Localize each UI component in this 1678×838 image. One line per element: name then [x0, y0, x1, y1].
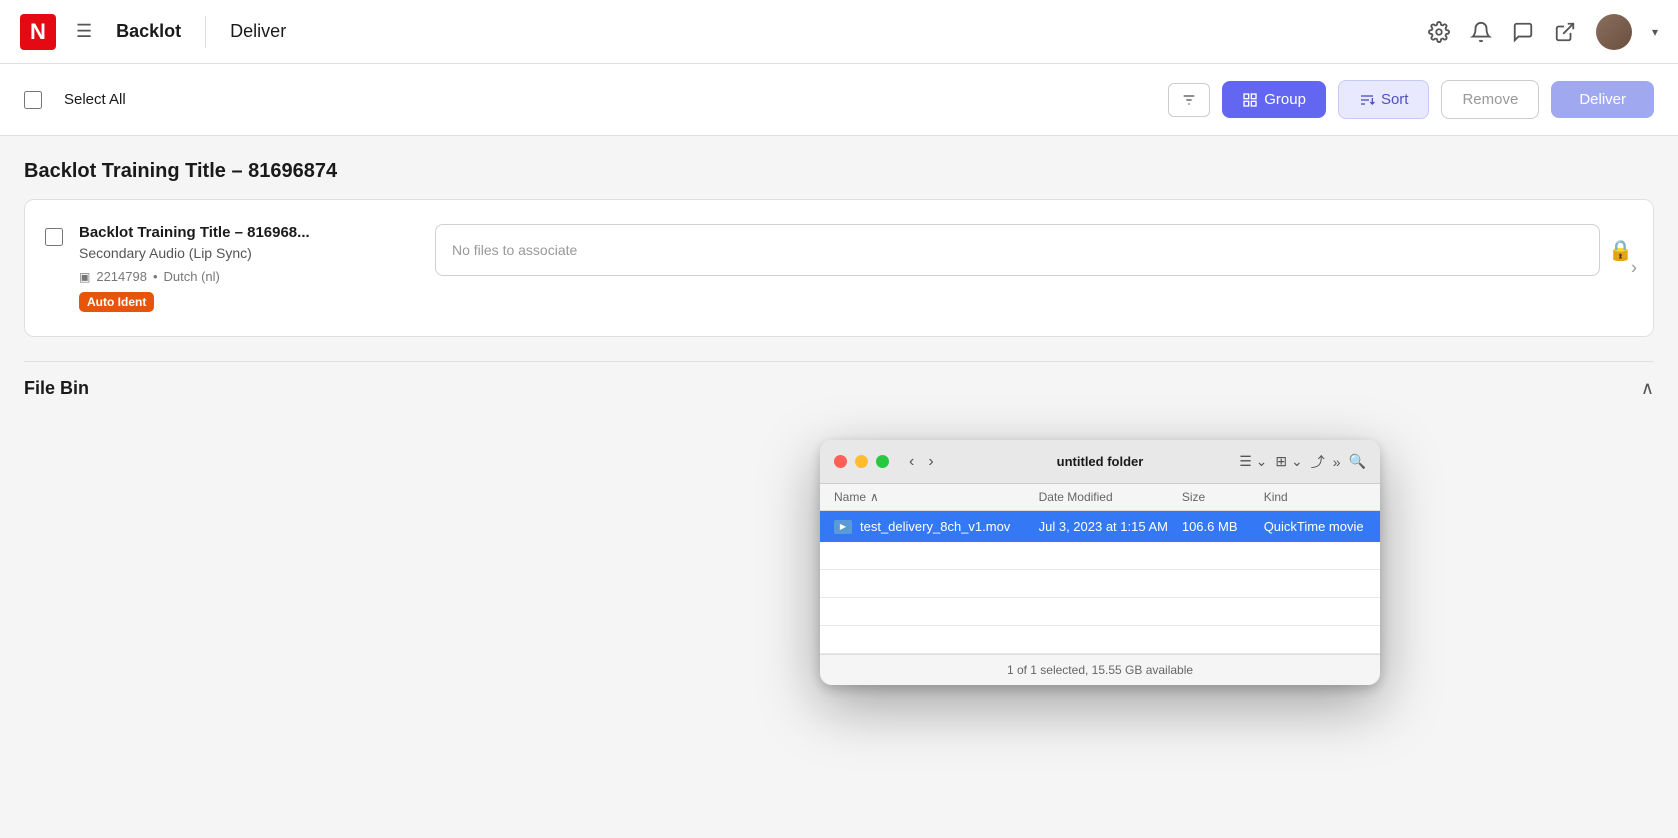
group-icon — [1242, 92, 1258, 108]
top-navigation: N ☰ Backlot Deliver ▾ — [0, 0, 1678, 64]
finder-close-button[interactable] — [834, 455, 847, 468]
nav-icons: ▾ — [1428, 14, 1658, 50]
finder-file-row[interactable]: ▶ test_delivery_8ch_v1.mov Jul 3, 2023 a… — [820, 511, 1380, 542]
notifications-button[interactable] — [1470, 21, 1492, 43]
finder-minimize-button[interactable] — [855, 455, 868, 468]
finder-grid-view-button[interactable]: ⊞ ⌄ — [1275, 453, 1302, 470]
card-meta-id: 2214798 — [96, 269, 147, 284]
chat-button[interactable] — [1512, 21, 1534, 43]
file-bin-header: File Bin ∧ — [24, 361, 1654, 415]
filter-button[interactable] — [1168, 83, 1210, 117]
finder-forward-button[interactable]: › — [924, 451, 937, 473]
finder-toolbar-right: ☰ ⌄ ⊞ ⌄ ⤴ » 🔍 — [1239, 452, 1366, 472]
card-file-area: No files to associate 🔒 — [435, 224, 1633, 276]
sort-icon — [1359, 92, 1375, 108]
chat-icon — [1512, 21, 1534, 43]
finder-empty-row — [820, 626, 1380, 654]
nav-divider — [205, 16, 206, 48]
bell-icon — [1470, 21, 1492, 43]
avatar-chevron-button[interactable]: ▾ — [1652, 25, 1658, 39]
file-drop-zone[interactable]: No files to associate — [435, 224, 1600, 276]
settings-button[interactable] — [1428, 21, 1450, 43]
app-title: Backlot — [116, 21, 181, 42]
select-all-checkbox[interactable] — [24, 91, 42, 109]
avatar[interactable] — [1596, 14, 1632, 50]
gear-icon — [1428, 21, 1450, 43]
finder-maximize-button[interactable] — [876, 455, 889, 468]
hamburger-menu-button[interactable]: ☰ — [72, 17, 96, 46]
finder-file-size: 106.6 MB — [1182, 519, 1264, 534]
avatar-image — [1596, 14, 1632, 50]
auto-ident-badge: Auto Ident — [79, 292, 154, 312]
finder-share-button[interactable]: ⤴ — [1311, 452, 1325, 472]
finder-empty-row — [820, 542, 1380, 570]
card-meta: ▣ 2214798 • Dutch (nl) — [79, 269, 419, 284]
finder-more-button[interactable]: » — [1333, 454, 1341, 470]
file-placeholder: No files to associate — [452, 242, 577, 258]
filter-icon — [1181, 92, 1197, 108]
file-icon: ▶ — [834, 520, 852, 534]
database-icon: ▣ — [79, 270, 90, 284]
finder-window: ‹ › untitled folder ☰ ⌄ ⊞ ⌄ ⤴ » 🔍 Name ∧… — [820, 440, 1380, 685]
select-all-label: Select All — [64, 91, 126, 108]
finder-empty-row — [820, 570, 1380, 598]
card-expand-arrow[interactable]: › — [1631, 258, 1637, 279]
sort-button[interactable]: Sort — [1338, 80, 1430, 119]
card-main-title: Backlot Training Title – 816968... — [79, 224, 419, 241]
finder-list-view-button[interactable]: ☰ ⌄ — [1239, 453, 1267, 470]
card-meta-lang: Dutch (nl) — [164, 269, 220, 284]
toolbar: Select All Group Sort Remove Deliver — [0, 64, 1678, 136]
group-button[interactable]: Group — [1222, 81, 1326, 118]
finder-title: untitled folder — [1057, 454, 1144, 469]
finder-titlebar: ‹ › untitled folder ☰ ⌄ ⊞ ⌄ ⤴ » 🔍 — [820, 440, 1380, 484]
external-link-button[interactable] — [1554, 21, 1576, 43]
finder-col-size: Size — [1182, 490, 1264, 504]
file-bin-collapse-button[interactable]: ∧ — [1641, 378, 1654, 399]
card-checkbox[interactable] — [45, 228, 63, 246]
finder-column-header: Name ∧ Date Modified Size Kind — [820, 484, 1380, 511]
file-bin-title: File Bin — [24, 378, 89, 399]
delivery-card: Backlot Training Title – 816968... Secon… — [24, 199, 1654, 337]
remove-button[interactable]: Remove — [1441, 80, 1539, 119]
netflix-logo: N — [20, 14, 56, 50]
card-meta-separator: • — [153, 269, 158, 284]
finder-search-button[interactable]: 🔍 — [1349, 453, 1366, 470]
file-bin-section: File Bin ∧ — [0, 361, 1678, 439]
card-subtitle: Secondary Audio (Lip Sync) — [79, 245, 419, 261]
finder-col-date: Date Modified — [1039, 490, 1182, 504]
section-title: Backlot Training Title – 81696874 — [24, 160, 1654, 183]
finder-col-name[interactable]: Name ∧ — [834, 490, 1039, 504]
finder-status: 1 of 1 selected, 15.55 GB available — [820, 654, 1380, 685]
finder-col-kind: Kind — [1264, 490, 1366, 504]
lock-icon[interactable]: 🔒 — [1608, 238, 1633, 263]
finder-back-button[interactable]: ‹ — [905, 451, 918, 473]
finder-file-date: Jul 3, 2023 at 1:15 AM — [1039, 519, 1182, 534]
finder-file-kind: QuickTime movie — [1264, 519, 1366, 534]
finder-empty-rows — [820, 542, 1380, 654]
page-title: Deliver — [230, 21, 286, 42]
external-link-icon — [1554, 21, 1576, 43]
finder-empty-row — [820, 598, 1380, 626]
finder-navigation: ‹ › — [905, 451, 938, 473]
main-content: Backlot Training Title – 81696874 Backlo… — [0, 136, 1678, 337]
finder-file-name: ▶ test_delivery_8ch_v1.mov — [834, 519, 1039, 534]
card-info: Backlot Training Title – 816968... Secon… — [79, 224, 419, 312]
deliver-button[interactable]: Deliver — [1551, 81, 1654, 118]
